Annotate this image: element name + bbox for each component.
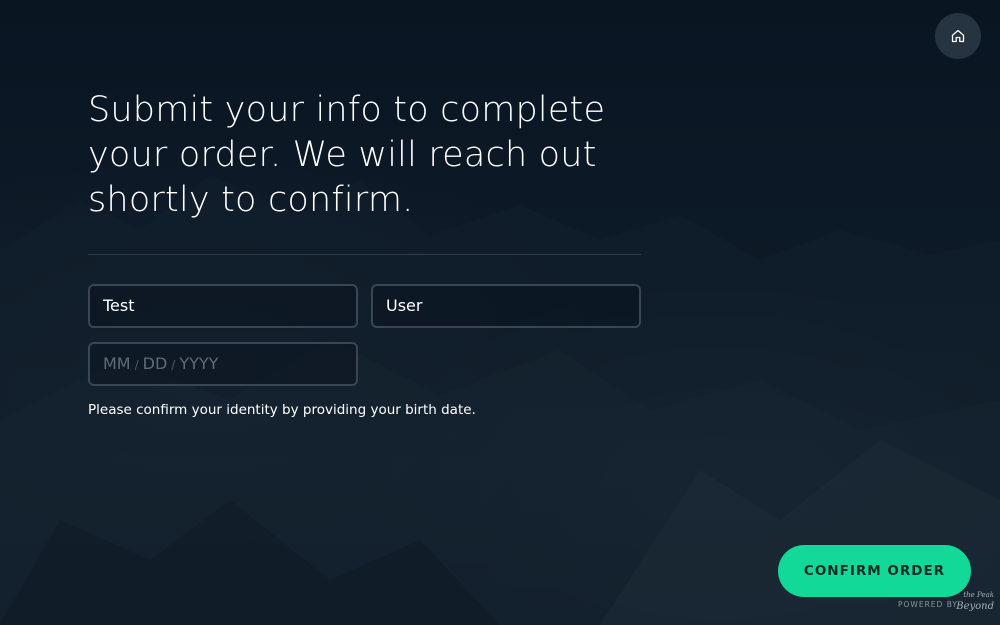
birthdate-helper-text: Please confirm your identity by providin… xyxy=(88,402,476,418)
date-separator: / xyxy=(171,358,176,372)
svg-text:Beyond: Beyond xyxy=(955,601,994,612)
powered-by-label: POWERED BY xyxy=(898,600,959,609)
birthdate-month: MM xyxy=(103,354,131,373)
birthdate-day: DD xyxy=(142,354,168,373)
home-icon xyxy=(951,29,965,43)
first-name-field[interactable]: Test xyxy=(88,284,358,328)
page-headline: Submit your info to complete your order.… xyxy=(88,90,606,220)
confirm-order-button[interactable]: CONFIRM ORDER xyxy=(778,545,971,597)
date-separator: / xyxy=(134,358,139,372)
home-button[interactable] xyxy=(935,13,981,59)
brand-logo: the Peak Beyond xyxy=(955,591,994,612)
last-name-field[interactable]: User xyxy=(371,284,641,328)
divider xyxy=(88,254,641,255)
birthdate-field[interactable]: MM / DD / YYYY xyxy=(88,342,358,386)
birthdate-year: YYYY xyxy=(179,354,219,373)
svg-text:the Peak: the Peak xyxy=(963,591,994,599)
